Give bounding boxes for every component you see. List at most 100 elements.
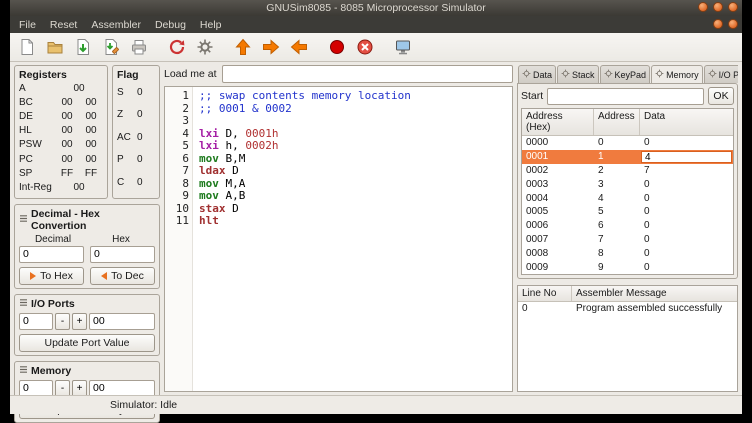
record-button[interactable] bbox=[324, 35, 350, 59]
save-button[interactable] bbox=[70, 35, 96, 59]
step-forward-arrow-button[interactable] bbox=[258, 35, 284, 59]
flag-label: C bbox=[117, 177, 137, 188]
register-row-bc: BC0000 bbox=[19, 95, 103, 109]
code-token: 0002h bbox=[245, 139, 278, 152]
code-editor[interactable]: 1234567891011 ;; swap contents memory lo… bbox=[164, 86, 513, 392]
tab-i-o-ports[interactable]: I/O Ports bbox=[704, 65, 738, 83]
right-arrow-icon bbox=[30, 272, 36, 280]
title-bar[interactable]: GNUSim8085 - 8085 Microprocessor Simulat… bbox=[10, 0, 742, 16]
flag-label: AC bbox=[117, 132, 137, 143]
menu-assembler[interactable]: Assembler bbox=[84, 16, 148, 33]
settings-gear-button[interactable] bbox=[192, 35, 218, 59]
memory-cell-hex: 0007 bbox=[522, 233, 594, 247]
memory-table-row[interactable]: 000440 bbox=[522, 191, 733, 205]
code-token: A,B bbox=[219, 189, 246, 202]
panel-grid-icon bbox=[19, 298, 28, 310]
menu-help[interactable]: Help bbox=[193, 16, 229, 33]
memory-table-row[interactable]: 000660 bbox=[522, 219, 733, 233]
tab-keypad[interactable]: KeyPad bbox=[600, 65, 651, 83]
memory-cell-address: 0 bbox=[594, 136, 640, 150]
menubar-window-controls bbox=[713, 19, 738, 29]
memory-value-input[interactable] bbox=[89, 380, 155, 397]
register-value: 00 bbox=[71, 182, 87, 193]
io-port-decrement-button[interactable]: - bbox=[55, 313, 70, 330]
memory-cell-address: 8 bbox=[594, 246, 640, 260]
tab-memory[interactable]: Memory bbox=[651, 65, 703, 83]
memory-column-header[interactable]: Data bbox=[640, 109, 733, 135]
step-back-arrow-button[interactable] bbox=[286, 35, 312, 59]
register-values: FFFF bbox=[55, 168, 103, 179]
io-port-value-input[interactable] bbox=[89, 313, 155, 330]
assembler-messages-panel: Line No Assembler Message 0Program assem… bbox=[517, 285, 738, 392]
memory-table-row[interactable]: 000880 bbox=[522, 246, 733, 260]
memory-table-row[interactable]: 000770 bbox=[522, 233, 733, 247]
open-folder-button[interactable] bbox=[42, 35, 68, 59]
register-values: 00 bbox=[55, 83, 103, 94]
memory-table-row[interactable]: 000000 bbox=[522, 136, 733, 150]
code-line: hlt bbox=[199, 215, 411, 228]
window-close-button-secondary[interactable] bbox=[728, 19, 738, 29]
stop-button[interactable] bbox=[352, 35, 378, 59]
memory-table-row[interactable]: 000227 bbox=[522, 164, 733, 178]
window-restore-button[interactable] bbox=[713, 19, 723, 29]
start-address-input[interactable] bbox=[547, 88, 704, 105]
tab-label: Stack bbox=[572, 70, 595, 80]
menu-items: FileResetAssemblerDebugHelp bbox=[12, 16, 229, 33]
memory-address-input[interactable] bbox=[19, 380, 53, 397]
memory-column-header[interactable]: Address bbox=[594, 109, 640, 135]
io-port-increment-button[interactable]: + bbox=[72, 313, 87, 330]
code-area[interactable]: ;; swap contents memory location;; 0001 … bbox=[193, 87, 411, 391]
hex-column-label: Hex bbox=[87, 234, 155, 245]
code-token: lxi bbox=[199, 139, 219, 152]
window-maximize-button[interactable] bbox=[713, 2, 723, 12]
menu-file[interactable]: File bbox=[12, 16, 43, 33]
tab-label: KeyPad bbox=[615, 70, 647, 80]
io-ports-title: I/O Ports bbox=[31, 298, 75, 310]
assembler-message-column-header[interactable]: Assembler Message bbox=[572, 286, 737, 301]
memory-cell-data: 0 bbox=[640, 191, 733, 205]
assemble-button[interactable] bbox=[164, 35, 190, 59]
monitor-button[interactable] bbox=[390, 35, 416, 59]
line-no-column-header[interactable]: Line No bbox=[518, 286, 572, 301]
new-file-button[interactable] bbox=[14, 35, 40, 59]
message-text: Program assembled successfully bbox=[572, 303, 737, 314]
print-button[interactable] bbox=[126, 35, 152, 59]
assembler-message-row[interactable]: 0Program assembled successfully bbox=[518, 302, 737, 316]
code-token: lxi bbox=[199, 127, 219, 140]
window-minimize-button[interactable] bbox=[698, 2, 708, 12]
memory-table-row[interactable]: 000990 bbox=[522, 260, 733, 274]
memory-decrement-button[interactable]: - bbox=[55, 380, 70, 397]
menu-reset[interactable]: Reset bbox=[43, 16, 84, 33]
run-arrow-button[interactable] bbox=[230, 35, 256, 59]
status-bar: Simulator: Idle bbox=[10, 395, 742, 414]
update-port-value-button[interactable]: Update Port Value bbox=[19, 334, 155, 352]
io-port-address-input[interactable] bbox=[19, 313, 53, 330]
code-token: mov bbox=[199, 189, 219, 202]
decimal-input[interactable] bbox=[19, 246, 84, 263]
memory-cell-data: 0 bbox=[640, 260, 733, 274]
save-as-icon bbox=[102, 38, 120, 56]
registers-panel: Registers A00BC0000DE0000HL0000PSW0000PC… bbox=[14, 65, 108, 199]
memory-table-row[interactable]: 000550 bbox=[522, 205, 733, 219]
code-token: ldax bbox=[199, 164, 226, 177]
memory-increment-button[interactable]: + bbox=[72, 380, 87, 397]
memory-data-editor[interactable]: 4 bbox=[641, 151, 732, 163]
to-dec-button[interactable]: To Dec bbox=[90, 267, 155, 285]
memory-table-row[interactable]: 000114 bbox=[522, 150, 733, 164]
window-controls bbox=[698, 2, 738, 12]
memory-cell-data: 0 bbox=[640, 219, 733, 233]
to-hex-button[interactable]: To Hex bbox=[19, 267, 84, 285]
memory-column-header[interactable]: Address (Hex) bbox=[522, 109, 594, 135]
menu-debug[interactable]: Debug bbox=[148, 16, 193, 33]
hex-input[interactable] bbox=[90, 246, 155, 263]
load-address-input[interactable] bbox=[222, 65, 513, 83]
ok-button[interactable]: OK bbox=[708, 87, 734, 105]
tab-stack[interactable]: Stack bbox=[557, 65, 599, 83]
save-as-button[interactable] bbox=[98, 35, 124, 59]
register-value: 00 bbox=[59, 97, 75, 108]
tab-data[interactable]: Data bbox=[518, 65, 556, 83]
memory-cell-hex: 0005 bbox=[522, 205, 594, 219]
window-close-button[interactable] bbox=[728, 2, 738, 12]
memory-cell-data: 0 bbox=[640, 177, 733, 191]
memory-table-row[interactable]: 000330 bbox=[522, 177, 733, 191]
